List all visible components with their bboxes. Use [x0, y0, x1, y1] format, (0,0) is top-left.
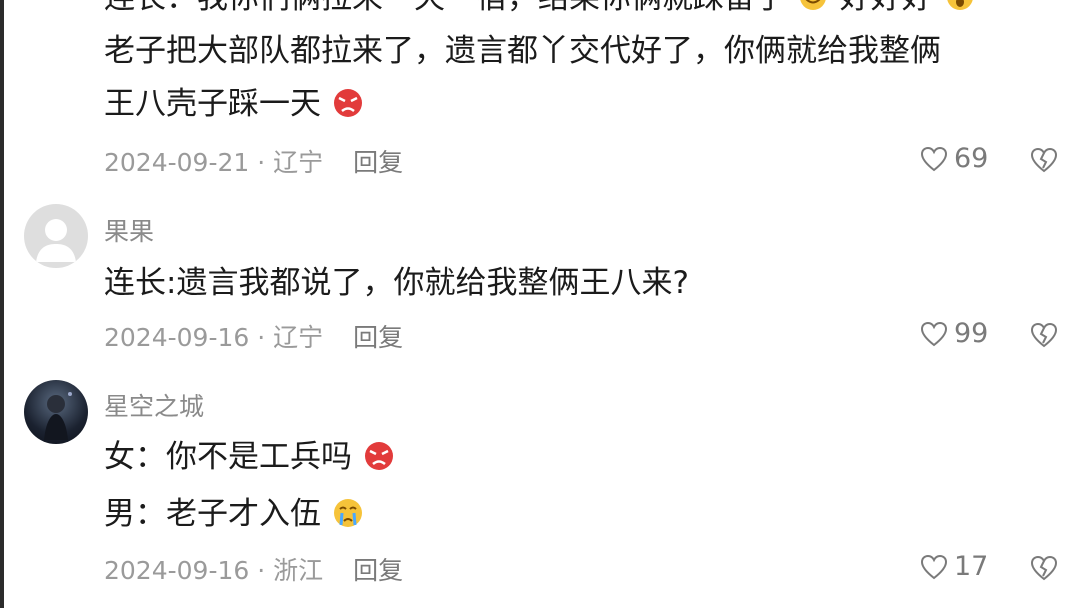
comment-3-line-2: 男：老子才入伍: [104, 494, 365, 534]
comment-3-meta: 2024-09-16 · 浙江 回复: [104, 551, 403, 587]
heart-outline-icon: [920, 554, 948, 579]
comment-1-line-0-text: 连长：我你们俩拉来一天一宿，结果你俩就踩雷了: [104, 0, 786, 16]
comment-2-like-count: 99: [954, 318, 989, 349]
comment-1-line-1: 老子把大部队都拉来了，遗言都丫交代好了，你俩就给我整俩: [104, 33, 941, 69]
comment-3-like-button[interactable]: 17: [920, 551, 988, 582]
comment-3-line-1-text: 女：你不是工兵吗: [104, 439, 352, 475]
comment-3-line-2-text: 男：老子才入伍: [104, 496, 321, 532]
shocked-emoji-icon: [946, 0, 973, 10]
comment-2-text: 连长:遗言我都说了，你就给我整俩王八来?: [104, 265, 689, 301]
broken-heart-icon[interactable]: [1030, 554, 1058, 582]
comment-1-line-0-tail: 好好好: [840, 0, 933, 16]
smile-emoji-icon: [800, 0, 826, 10]
comment-2-date: 2024-09-16 · 辽宁: [104, 323, 324, 352]
comment-2-meta: 2024-09-16 · 辽宁 回复: [104, 318, 403, 354]
heart-outline-icon: [920, 321, 948, 346]
heart-outline-icon: [920, 146, 948, 171]
comment-1-line-2: 王八壳子踩一天: [104, 84, 365, 124]
comment-2-reply-button[interactable]: 回复: [353, 323, 403, 352]
comment-3-reply-button[interactable]: 回复: [353, 556, 403, 585]
comment-1-line-0: 连长：我你们俩拉来一天一宿，结果你俩就踩雷了 好好好: [104, 0, 977, 18]
broken-heart-icon[interactable]: [1030, 146, 1058, 174]
comment-1-meta: 2024-09-21 · 辽宁 回复: [104, 143, 403, 179]
left-edge-bar: [0, 0, 4, 608]
comment-1-date: 2024-09-21 · 辽宁: [104, 148, 324, 177]
comment-1-reply-button[interactable]: 回复: [353, 148, 403, 177]
avatar[interactable]: [24, 204, 88, 268]
avatar[interactable]: [24, 380, 88, 444]
comment-2-username[interactable]: 果果: [104, 212, 154, 248]
comment-1-like-count: 69: [954, 143, 989, 174]
comment-1-line-2-text: 王八壳子踩一天: [104, 86, 321, 122]
angry-emoji-icon: [333, 89, 362, 117]
user-photo-avatar: [44, 392, 72, 440]
comment-3-username[interactable]: 星空之城: [104, 387, 204, 423]
comment-3-like-count: 17: [954, 551, 989, 582]
comment-3-line-1: 女：你不是工兵吗: [104, 437, 396, 477]
comment-3-date: 2024-09-16 · 浙江: [104, 556, 324, 585]
crying-emoji-icon: [333, 499, 362, 527]
comment-1-like-button[interactable]: 69: [920, 143, 988, 174]
broken-heart-icon[interactable]: [1030, 321, 1058, 349]
angry-emoji-icon: [364, 442, 393, 470]
comment-2-like-button[interactable]: 99: [920, 318, 988, 349]
default-avatar-icon: [36, 219, 76, 262]
